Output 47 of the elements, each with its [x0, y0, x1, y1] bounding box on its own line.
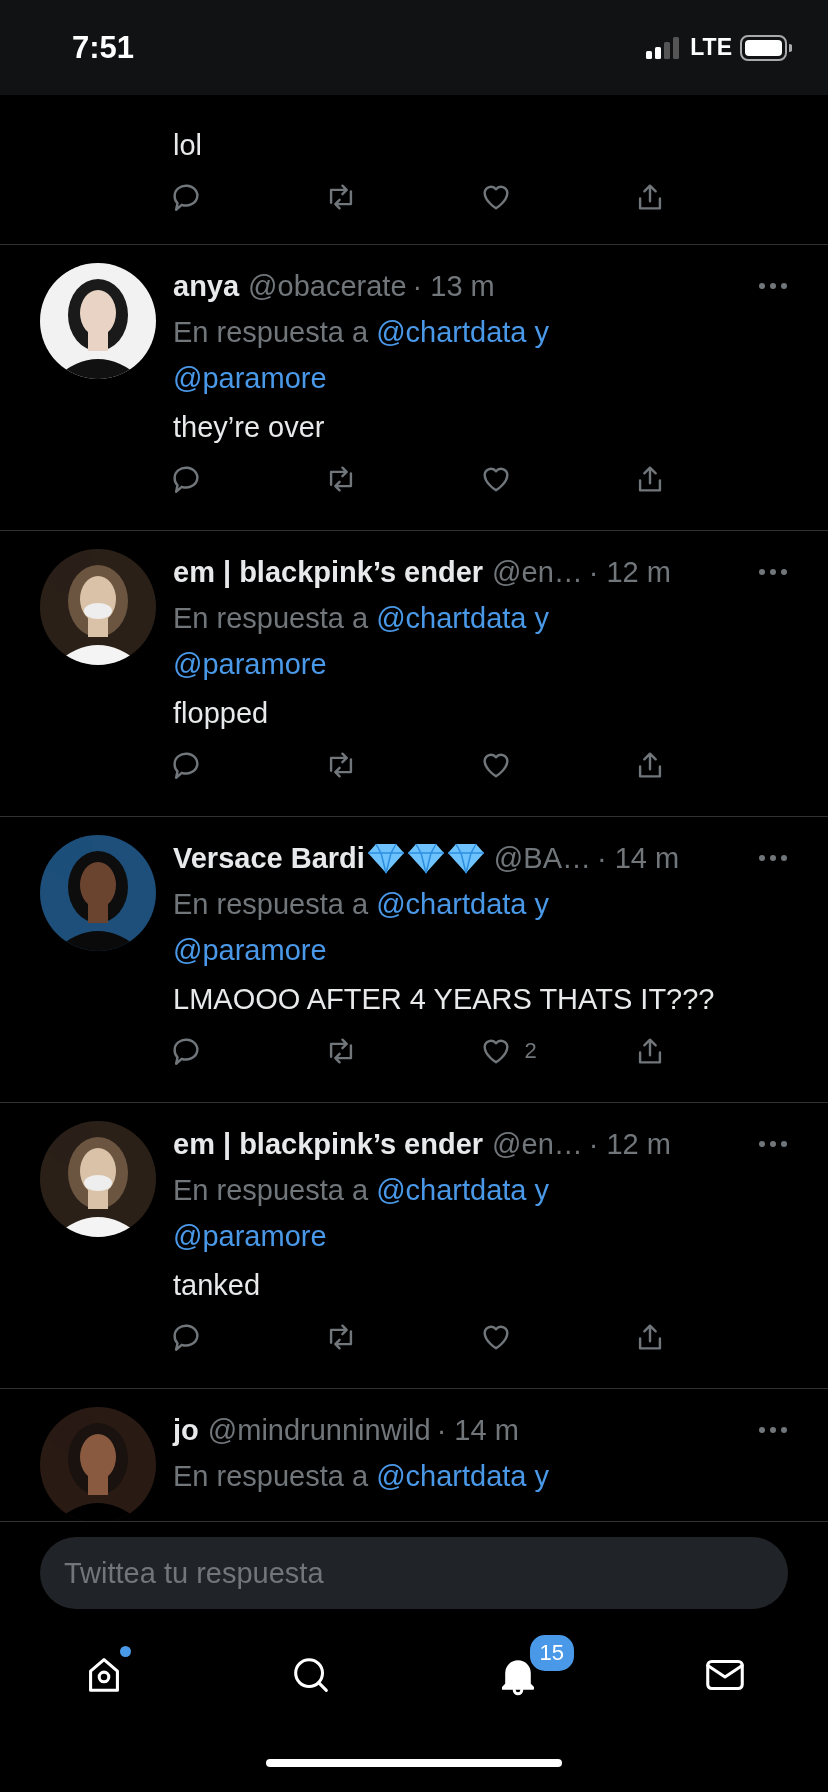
diamond-icon [406, 842, 445, 874]
user-handle[interactable]: @en… [492, 1127, 583, 1161]
network-label: LTE [690, 34, 732, 61]
tweet-text: lol [173, 128, 203, 163]
mention-link[interactable]: @paramore [173, 1213, 788, 1259]
display-name: anya [173, 269, 240, 303]
battery-icon [740, 34, 792, 61]
more-icon[interactable] [758, 854, 788, 862]
tweet-text: LMAOOO AFTER 4 YEARS THATS IT??? [173, 982, 716, 1017]
mention-link[interactable]: @chartdata y [376, 1174, 550, 1206]
mention-link[interactable]: @chartdata y [376, 1460, 550, 1492]
mention-link[interactable]: @paramore [173, 355, 788, 401]
more-icon[interactable] [758, 1140, 788, 1148]
like-count: 2 [524, 1038, 537, 1064]
mention-link[interactable]: @chartdata y [376, 602, 550, 634]
diamond-icon [446, 842, 485, 874]
tweet-text: flopped [173, 696, 270, 731]
reply-context: En respuesta a @chartdata y @paramore [173, 881, 788, 973]
reply-field[interactable]: Twittea tu respuesta [40, 1537, 788, 1609]
more-icon[interactable] [758, 282, 788, 290]
mention-link[interactable]: @paramore [173, 641, 788, 687]
tweet-time: · 13 m [412, 269, 495, 303]
clock: 7:51 [72, 29, 135, 66]
reply-context: En respuesta a @chartdata y @paramore [173, 309, 788, 401]
mention-link[interactable]: @chartdata y [376, 316, 550, 348]
tweet-time: · 14 m [436, 1413, 519, 1447]
display-name: em | blackpink’s ender [173, 555, 484, 589]
mention-link[interactable]: @chartdata y [376, 888, 550, 920]
tweet-time: · 12 m [588, 1127, 671, 1161]
more-icon[interactable] [758, 1426, 788, 1434]
tweet-time: · 14 m [597, 841, 680, 875]
tweet-text: they’re over [173, 410, 326, 445]
display-name: jo [173, 1413, 199, 1447]
user-handle[interactable]: @mindrunninwild [207, 1413, 431, 1447]
reply-context: En respuesta a @chartdata y @paramore [173, 595, 788, 687]
diamond-icon [366, 842, 405, 874]
display-name: em | blackpink’s ender [173, 1127, 484, 1161]
more-icon[interactable] [758, 568, 788, 576]
display-name: Versace Bardi [173, 841, 365, 875]
user-handle[interactable]: @en… [492, 555, 583, 589]
reply-context: En respuesta a @chartdata y [173, 1459, 551, 1494]
mention-link[interactable]: @paramore [173, 927, 788, 973]
tweet-text: tanked [173, 1268, 262, 1303]
user-handle[interactable]: @BA… [493, 841, 591, 875]
tweet-time: · 12 m [588, 555, 671, 589]
user-handle[interactable]: @obacerate [248, 269, 407, 303]
reply-context: En respuesta a @chartdata y @paramore [173, 1167, 788, 1259]
